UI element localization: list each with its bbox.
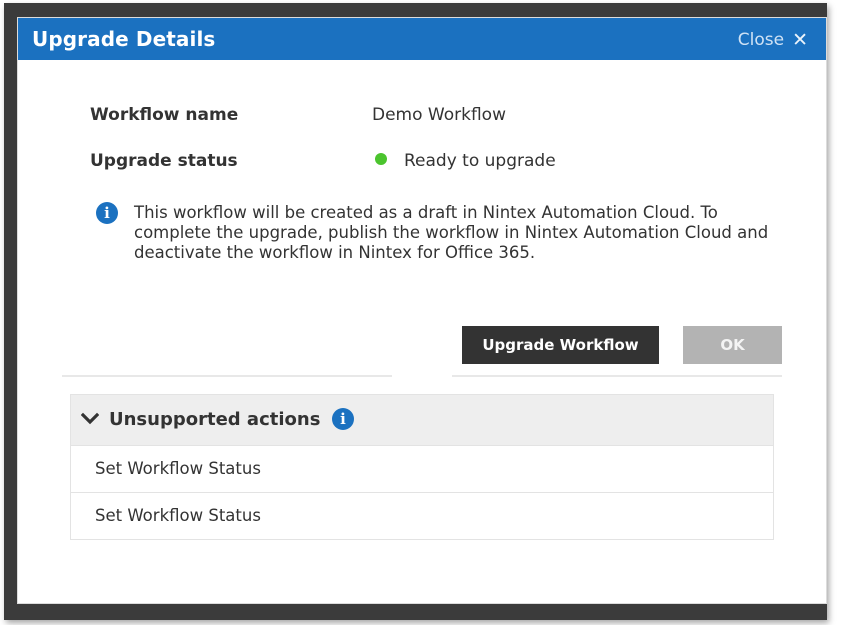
divider-left: [62, 375, 392, 377]
upgrade-status-value: Ready to upgrade: [404, 151, 556, 171]
unsupported-actions-panel: Unsupported actions i Set Workflow Statu…: [70, 394, 774, 540]
list-item: Set Workflow Status: [71, 445, 773, 492]
unsupported-actions-toggle[interactable]: Unsupported actions i: [71, 395, 773, 445]
chevron-down-icon[interactable]: [81, 410, 99, 428]
upgrade-details-dialog: Upgrade Details Close ✕ Workflow name De…: [17, 17, 827, 604]
info-icon: i: [96, 202, 118, 224]
upgrade-status-label: Upgrade status: [90, 151, 238, 171]
workflow-name-label: Workflow name: [90, 105, 239, 125]
dialog-title: Upgrade Details: [32, 27, 216, 51]
info-message: This workflow will be created as a draft…: [134, 203, 769, 262]
close-x-icon[interactable]: ✕: [792, 29, 808, 51]
close-button[interactable]: Close ✕: [738, 29, 808, 51]
unsupported-actions-title: Unsupported actions: [109, 409, 321, 430]
status-ready-icon: [375, 153, 387, 165]
unsupported-info-icon[interactable]: i: [332, 408, 354, 430]
divider-right: [452, 375, 782, 377]
ok-button[interactable]: OK: [683, 326, 782, 364]
workflow-name-value: Demo Workflow: [372, 105, 506, 125]
unsupported-action-label: Set Workflow Status: [95, 506, 261, 525]
dialog-title-bar: Upgrade Details Close ✕: [18, 18, 826, 60]
close-label: Close: [737, 30, 785, 50]
upgrade-workflow-button[interactable]: Upgrade Workflow: [462, 326, 659, 364]
unsupported-action-label: Set Workflow Status: [95, 459, 261, 478]
list-item: Set Workflow Status: [71, 492, 773, 539]
